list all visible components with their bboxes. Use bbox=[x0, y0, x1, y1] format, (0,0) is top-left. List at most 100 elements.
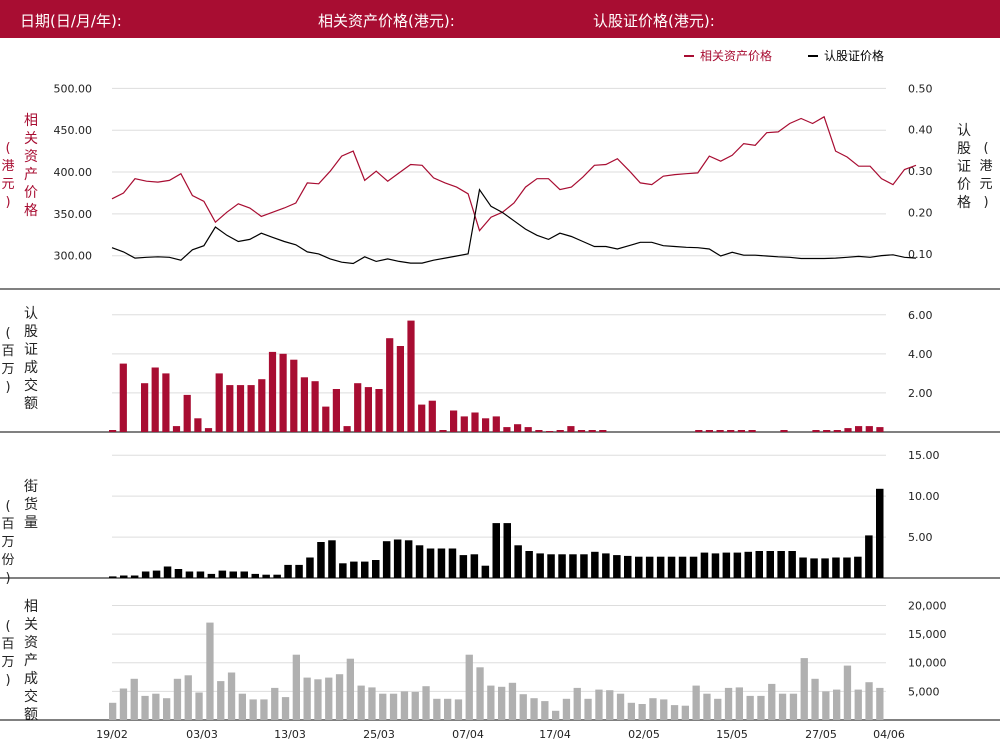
asset-turnover-bar bbox=[281, 697, 290, 720]
warrant-turnover-bar bbox=[577, 430, 586, 432]
outstanding-bar bbox=[448, 548, 457, 578]
asset-turnover-bar bbox=[260, 699, 268, 720]
asset-turnover-bar bbox=[714, 698, 722, 720]
chart-area: 500.00 450.00 400.00 350.00 300.00 0.50 0.40 0.… bbox=[0, 48, 1000, 741]
warrant-turnover-bar bbox=[268, 351, 277, 432]
outstanding-bar bbox=[393, 539, 402, 578]
asset-turnover-bar bbox=[735, 687, 743, 720]
outstanding-bar bbox=[109, 576, 117, 578]
asset-turnover-bar bbox=[833, 689, 841, 720]
asset-turnover-bar bbox=[163, 698, 171, 720]
outstanding-bar bbox=[854, 556, 862, 578]
asset-turnover-bar bbox=[465, 654, 473, 720]
outstanding-bar bbox=[700, 552, 709, 578]
warrant-turnover-axis-title: 认股证成交额 bbox=[24, 306, 38, 412]
outstanding-bar bbox=[678, 556, 687, 578]
outstanding-bar bbox=[766, 551, 774, 578]
asset-turnover-axis-unit: (百万) bbox=[1, 619, 15, 688]
asset-turnover-bar bbox=[130, 678, 138, 720]
warrant-turnover-bar bbox=[844, 428, 852, 432]
warrant-turnover-bar bbox=[141, 383, 149, 432]
x-tick-label: 03/03 bbox=[186, 728, 218, 741]
left-tick-label: 400.00 bbox=[54, 166, 93, 179]
warrant-turnover-bar bbox=[833, 430, 841, 432]
warrant-turnover-bar bbox=[567, 426, 575, 432]
outstanding-bar bbox=[361, 561, 369, 578]
outstanding-bar bbox=[437, 548, 446, 578]
outstanding-bar bbox=[602, 553, 610, 578]
asset-turnover-bar bbox=[530, 698, 538, 720]
warrant-turnover-bar bbox=[322, 406, 330, 432]
warrant-turnover-bar bbox=[471, 412, 479, 432]
outstanding-tick-label: 5.00 bbox=[908, 531, 933, 544]
asset-turnover-bar bbox=[454, 699, 463, 720]
warrant-turnover-bar bbox=[332, 389, 340, 432]
warrant-turnover-axis-unit: (百万) bbox=[1, 326, 15, 395]
outstanding-bar bbox=[667, 556, 676, 578]
asset-turnover-bar bbox=[303, 677, 311, 720]
outstanding-bar bbox=[733, 552, 742, 578]
warrant-turnover-bar bbox=[450, 410, 458, 432]
right-tick-label: 0.20 bbox=[908, 207, 933, 220]
outstanding-bar bbox=[689, 556, 698, 578]
outstanding-bar bbox=[372, 560, 380, 578]
asset-turnover-bar bbox=[660, 699, 668, 720]
outstanding-bar bbox=[130, 575, 139, 578]
asset-turnover-bar bbox=[746, 695, 754, 720]
outstanding-bar bbox=[470, 554, 479, 578]
right-tick-label: 0.10 bbox=[908, 248, 933, 261]
x-tick-label: 17/04 bbox=[539, 728, 571, 741]
warrant-turnover-bar bbox=[546, 431, 554, 432]
outstanding-bar bbox=[547, 554, 555, 578]
outstanding-tick-label: 10.00 bbox=[908, 490, 940, 503]
asset-turnover-bar bbox=[670, 705, 679, 720]
warrant-turnover-bar bbox=[236, 385, 245, 432]
warrant-turnover-bar bbox=[716, 430, 724, 432]
warrant-turnover-bar bbox=[855, 426, 863, 432]
warrant-turnover-bar bbox=[109, 430, 117, 432]
asset-turnover-bar bbox=[314, 679, 322, 720]
warrant-turnover-bar bbox=[279, 353, 287, 432]
outstanding-bar bbox=[656, 556, 665, 578]
warrant-turnover-bar bbox=[428, 400, 436, 432]
warrant-turnover-bar bbox=[151, 367, 159, 432]
outstanding-bar bbox=[722, 552, 731, 578]
warrant-turnover-bar bbox=[119, 363, 127, 432]
legend-label-asset: 相关资产价格 bbox=[700, 48, 772, 63]
asset-turnover-bar bbox=[476, 667, 484, 720]
asset-turnover-bar bbox=[335, 674, 344, 720]
asset-turnover-tick-label: 15,000 bbox=[908, 628, 947, 641]
outstanding-bar bbox=[514, 545, 522, 579]
outstanding-bar bbox=[755, 551, 763, 578]
warrant-turnover-bar bbox=[364, 387, 372, 432]
legend-label-warrant: 认股证价格 bbox=[824, 48, 884, 63]
warrant-turnover-bar bbox=[482, 418, 490, 432]
right-axis-unit: (港元) bbox=[979, 141, 993, 210]
warrant-turnover-bar bbox=[737, 430, 745, 432]
outstanding-bar bbox=[306, 557, 314, 578]
warrant-turnover-bar bbox=[290, 359, 298, 432]
warrant-turnover-bar bbox=[705, 430, 713, 432]
outstanding-bar bbox=[295, 564, 303, 578]
x-tick-label: 19/02 bbox=[96, 728, 128, 741]
outstanding-bar bbox=[777, 551, 785, 578]
asset-turnover-bar bbox=[562, 698, 571, 720]
asset-turnover-bar bbox=[800, 658, 808, 720]
right-axis-title: 认股证价格 bbox=[957, 123, 971, 211]
warrant-turnover-bar bbox=[300, 377, 308, 432]
asset-turnover-axis-title: 相关资产成交额 bbox=[24, 599, 38, 723]
asset-turnover-bar bbox=[649, 698, 657, 720]
warrant-turnover-bar bbox=[727, 430, 735, 432]
asset-turnover-bar bbox=[789, 693, 798, 720]
right-tick-label: 0.50 bbox=[908, 82, 933, 95]
outstanding-bar bbox=[207, 573, 216, 578]
asset-turnover-bar bbox=[552, 710, 560, 720]
asset-turnover-bar bbox=[681, 705, 689, 720]
asset-turnover-bar bbox=[487, 685, 495, 720]
warrant-turnover-bar bbox=[226, 385, 234, 432]
outstanding-bar bbox=[426, 548, 435, 578]
warrant-turnover-bar bbox=[748, 430, 756, 432]
warrant-turnover-bar bbox=[865, 426, 873, 432]
asset-turnover-bar bbox=[498, 686, 506, 720]
warrant-turnover-bar bbox=[343, 426, 351, 432]
